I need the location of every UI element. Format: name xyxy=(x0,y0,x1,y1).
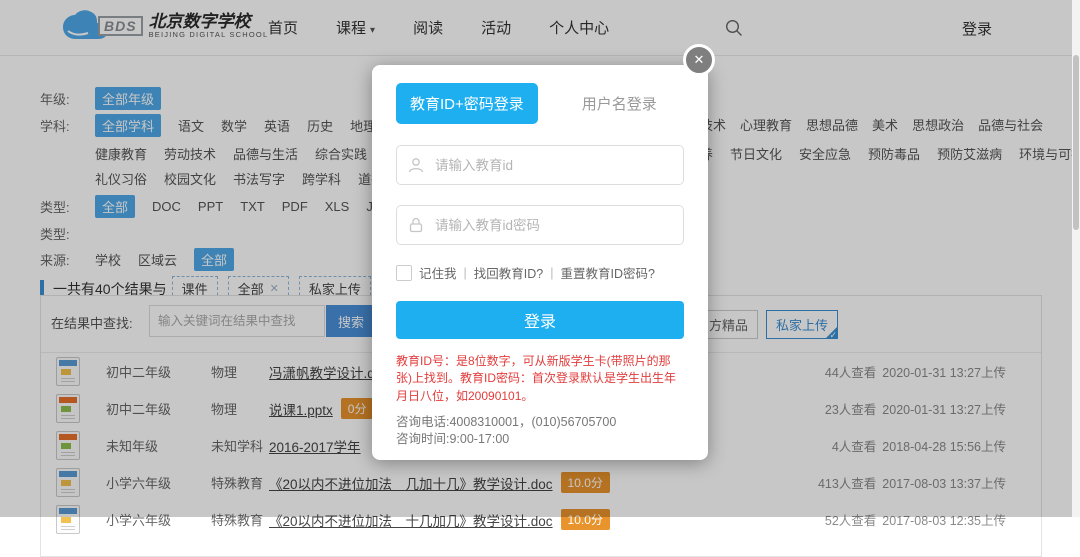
file-icon-part xyxy=(61,517,71,523)
separator: | xyxy=(464,266,467,280)
consult-hours-text: 咨询时间:9:00-17:00 xyxy=(396,428,509,447)
tab-eduid-login[interactable]: 教育ID+密码登录 xyxy=(396,83,538,124)
page-scrollbar[interactable] xyxy=(1072,0,1080,517)
login-modal: ✕ 教育ID+密码登录 用户名登录 记住我 | 找回教育ID? | 重置教育ID… xyxy=(372,65,708,460)
password-input[interactable] xyxy=(433,217,673,234)
remember-row: 记住我 | 找回教育ID? | 重置教育ID密码? xyxy=(396,263,655,282)
user-icon xyxy=(407,156,425,174)
eduid-notice-text: 教育ID号：是8位数字，可从新版学生卡(带照片的那张)上找到。教育ID密码：首次… xyxy=(396,353,686,405)
tab-username-login[interactable]: 用户名登录 xyxy=(582,93,657,114)
reset-password-link[interactable]: 重置教育ID密码? xyxy=(560,263,654,282)
remember-checkbox[interactable] xyxy=(396,265,412,281)
file-icon-part xyxy=(61,529,75,530)
eduid-field-wrap xyxy=(396,145,684,185)
file-icon-part xyxy=(61,526,75,527)
remember-label: 记住我 xyxy=(419,263,457,282)
find-eduid-link[interactable]: 找回教育ID? xyxy=(474,263,543,282)
separator: | xyxy=(550,266,553,280)
password-field-wrap xyxy=(396,205,684,245)
login-tabs: 教育ID+密码登录 用户名登录 xyxy=(396,83,657,124)
eduid-input[interactable] xyxy=(433,157,673,174)
login-submit-button[interactable]: 登录 xyxy=(396,301,684,339)
scrollbar-thumb[interactable] xyxy=(1073,55,1079,230)
close-icon[interactable]: ✕ xyxy=(683,44,715,76)
lock-icon xyxy=(407,216,425,234)
